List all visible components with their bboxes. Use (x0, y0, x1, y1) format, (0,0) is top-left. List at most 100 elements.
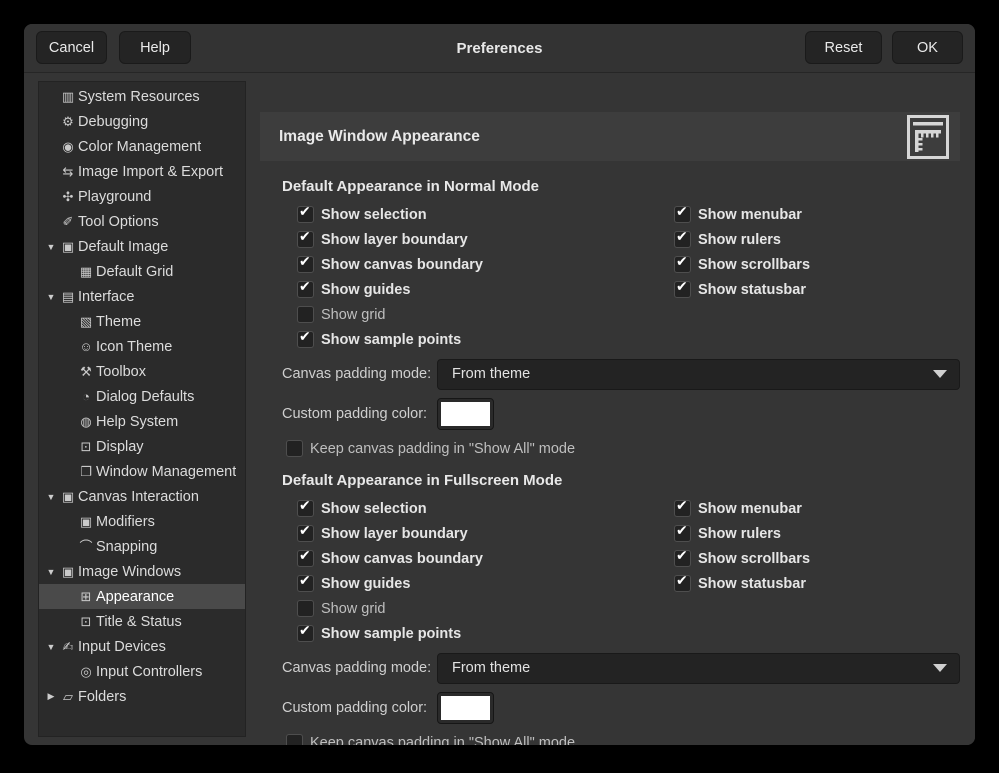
checkbox-box: ✔ (297, 625, 314, 642)
sidebar-item-default-grid[interactable]: ▦Default Grid (39, 259, 245, 284)
checkbox-show-canvas-boundary[interactable]: ✔Show canvas boundary (297, 252, 674, 277)
section-heading-normal-mode: Default Appearance in Normal Mode (282, 176, 539, 198)
checkbox-show-grid[interactable]: Show grid (297, 302, 674, 327)
checkbox-show-statusbar[interactable]: ✔Show statusbar (674, 277, 974, 302)
checkbox-box: ✔ (297, 231, 314, 248)
sidebar-item-tool-options[interactable]: ✐Tool Options (39, 209, 245, 234)
sidebar-item-interface[interactable]: ▼▤Interface (39, 284, 245, 309)
reset-button[interactable]: Reset (805, 31, 882, 64)
sidebar-item-input-controllers[interactable]: ◎Input Controllers (39, 659, 245, 684)
checkbox-show-sample-points[interactable]: ✔Show sample points (297, 327, 674, 352)
checkbox-show-menubar[interactable]: ✔Show menubar (674, 202, 974, 227)
help-button[interactable]: Help (119, 31, 191, 64)
checkbox-box: ✔ (674, 500, 691, 517)
sidebar-item-title-status[interactable]: ⊡Title & Status (39, 609, 245, 634)
check-icon: ✔ (676, 279, 688, 293)
checkbox-fs-show-selection[interactable]: ✔Show selection (297, 496, 674, 521)
toolbox-icon: ⚒ (77, 365, 95, 378)
preferences-dialog: Preferences Cancel Help Reset OK ▥System… (24, 24, 975, 745)
custom-padding-color-label: Custom padding color: (282, 406, 437, 422)
fs-custom-padding-color-label: Custom padding color: (282, 700, 437, 716)
checkbox-fs-show-sample-points[interactable]: ✔Show sample points (297, 621, 674, 646)
expander-icon[interactable]: ▼ (43, 292, 59, 302)
expander-icon[interactable]: ▶ (43, 691, 59, 702)
sidebar-item-appearance[interactable]: ⊞Appearance (39, 584, 245, 609)
sidebar-item-folders[interactable]: ▶▱Folders (39, 684, 245, 709)
checkbox-box: ✔ (297, 500, 314, 517)
sidebar-item-toolbox[interactable]: ⚒Toolbox (39, 359, 245, 384)
check-icon: ✔ (299, 523, 311, 537)
sidebar-item-debugging[interactable]: ⚙Debugging (39, 109, 245, 134)
checkbox-box: ✔ (297, 575, 314, 592)
checkbox-fs-show-menubar[interactable]: ✔Show menubar (674, 496, 974, 521)
image-windows-icon: ▣ (59, 565, 77, 578)
checkbox-box: ✔ (297, 331, 314, 348)
checkbox-keep-canvas-padding-fullscreen[interactable]: Keep canvas padding in "Show All" mode (286, 730, 575, 745)
sidebar-item-image-windows[interactable]: ▼▣Image Windows (39, 559, 245, 584)
checkbox-show-selection[interactable]: ✔Show selection (297, 202, 674, 227)
sidebar-item-theme[interactable]: ▧Theme (39, 309, 245, 334)
checkbox-box: ✔ (674, 575, 691, 592)
checkbox-fs-show-canvas-boundary[interactable]: ✔Show canvas boundary (297, 546, 674, 571)
color-swatch-fill (441, 696, 490, 720)
checkbox-show-guides[interactable]: ✔Show guides (297, 277, 674, 302)
checkbox-box: ✔ (297, 525, 314, 542)
sidebar-item-icon-theme[interactable]: ☺Icon Theme (39, 334, 245, 359)
check-icon: ✔ (676, 548, 688, 562)
custom-padding-color-swatch[interactable] (437, 398, 494, 430)
checkbox-box: ✔ (674, 281, 691, 298)
sidebar-item-help-system[interactable]: ◍Help System (39, 409, 245, 434)
sidebar-item-modifiers[interactable]: ▣Modifiers (39, 509, 245, 534)
check-icon: ✔ (299, 279, 311, 293)
check-icon: ✔ (676, 229, 688, 243)
checkbox-fs-show-layer-boundary[interactable]: ✔Show layer boundary (297, 521, 674, 546)
check-icon: ✔ (676, 573, 688, 587)
checkbox-box: ✔ (674, 256, 691, 273)
cancel-button[interactable]: Cancel (36, 31, 107, 64)
fs-canvas-padding-mode-dropdown[interactable]: From theme (437, 653, 960, 684)
sidebar-item-window-management[interactable]: ❐Window Management (39, 459, 245, 484)
sidebar-item-dialog-defaults[interactable]: ◔Dialog Defaults (39, 384, 245, 409)
preferences-category-tree: ▥System Resources ⚙Debugging ◉Color Mana… (38, 81, 246, 737)
checkbox-box (297, 306, 314, 323)
sidebar-item-default-image[interactable]: ▼▣Default Image (39, 234, 245, 259)
checkbox-show-scrollbars[interactable]: ✔Show scrollbars (674, 252, 974, 277)
fullscreen-mode-left-checks: ✔Show selection ✔Show layer boundary ✔Sh… (297, 496, 674, 646)
title-status-icon: ⊡ (77, 615, 95, 628)
sidebar-item-system-resources[interactable]: ▥System Resources (39, 84, 245, 109)
checkbox-show-layer-boundary[interactable]: ✔Show layer boundary (297, 227, 674, 252)
appearance-settings-panel: Image Window Appearance Default (246, 81, 975, 745)
dialog-titlebar: Preferences Cancel Help Reset OK (24, 24, 975, 73)
checkbox-fs-show-scrollbars[interactable]: ✔Show scrollbars (674, 546, 974, 571)
checkbox-fs-show-grid[interactable]: Show grid (297, 596, 674, 621)
fs-custom-padding-color-swatch[interactable] (437, 692, 494, 724)
sidebar-item-snapping[interactable]: ⌒Snapping (39, 534, 245, 559)
checkbox-fs-show-rulers[interactable]: ✔Show rulers (674, 521, 974, 546)
checkbox-fs-show-statusbar[interactable]: ✔Show statusbar (674, 571, 974, 596)
panel-title: Image Window Appearance (279, 112, 480, 161)
sidebar-item-display[interactable]: ⊡Display (39, 434, 245, 459)
expander-icon[interactable]: ▼ (43, 642, 59, 652)
folders-icon: ▱ (59, 690, 77, 703)
checkbox-keep-canvas-padding-normal[interactable]: Keep canvas padding in "Show All" mode (286, 436, 575, 461)
expander-icon[interactable]: ▼ (43, 492, 59, 502)
sidebar-item-color-management[interactable]: ◉Color Management (39, 134, 245, 159)
check-icon: ✔ (676, 254, 688, 268)
checkbox-fs-show-guides[interactable]: ✔Show guides (297, 571, 674, 596)
canvas-padding-mode-dropdown[interactable]: From theme (437, 359, 960, 390)
expander-icon[interactable]: ▼ (43, 567, 59, 577)
chevron-down-icon (933, 664, 947, 672)
sidebar-item-playground[interactable]: ✣Playground (39, 184, 245, 209)
interface-icon: ▤ (59, 290, 77, 303)
display-icon: ⊡ (77, 440, 95, 453)
checkbox-show-rulers[interactable]: ✔Show rulers (674, 227, 974, 252)
sidebar-item-input-devices[interactable]: ▼✍Input Devices (39, 634, 245, 659)
ok-button[interactable]: OK (892, 31, 963, 64)
check-icon: ✔ (676, 498, 688, 512)
snapping-icon: ⌒ (77, 540, 95, 553)
color-management-icon: ◉ (59, 140, 77, 153)
expander-icon[interactable]: ▼ (43, 242, 59, 252)
section-heading-fullscreen-mode: Default Appearance in Fullscreen Mode (282, 470, 562, 492)
sidebar-item-canvas-interaction[interactable]: ▼▣Canvas Interaction (39, 484, 245, 509)
sidebar-item-image-import-export[interactable]: ⇆Image Import & Export (39, 159, 245, 184)
